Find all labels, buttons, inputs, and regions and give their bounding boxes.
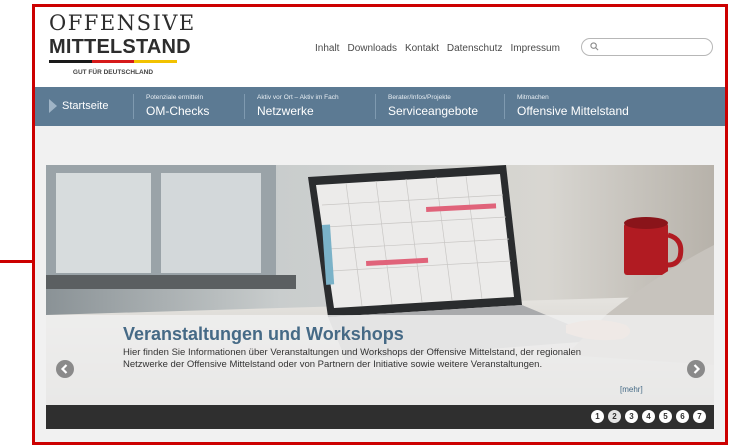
website-page: OFFENSIVE MITTELSTAND GUT FÜR DEUTSCHLAN… (35, 7, 725, 442)
topnav-link-kontakt[interactable]: Kontakt (405, 43, 439, 54)
search-input[interactable] (602, 41, 706, 54)
site-logo[interactable]: OFFENSIVE MITTELSTAND GUT FÜR DEUTSCHLAN… (49, 11, 194, 81)
nav-item-startseite[interactable]: Startseite (35, 87, 133, 126)
pager-dot-1[interactable]: 1 (591, 410, 604, 423)
slide-more-link[interactable]: [mehr] (620, 385, 643, 394)
annotation-connector (0, 260, 36, 263)
topnav-link-datenschutz[interactable]: Datenschutz (447, 43, 503, 54)
nav-item-subtitle: Aktiv vor Ort – Aktiv im Fach (257, 94, 339, 101)
slider-pager: 1 2 3 4 5 6 7 (46, 405, 714, 429)
search-icon (590, 42, 599, 51)
pager-dots: 1 2 3 4 5 6 7 (591, 410, 706, 423)
pager-dot-6[interactable]: 6 (676, 410, 689, 423)
nav-item-subtitle: Mitmachen (517, 94, 549, 101)
slide-description: Hier finden Sie Informationen über Veran… (123, 347, 582, 370)
nav-item-title: Serviceangebote (388, 104, 479, 118)
flag-red (91, 60, 135, 63)
nav-item-title: Netzwerke (257, 104, 314, 118)
nav-item-netzwerke[interactable]: Aktiv vor Ort – Aktiv im Fach Netzwerke (245, 87, 375, 126)
nav-start-label: Startseite (62, 100, 109, 112)
slide-title: Veranstaltungen und Workshops (123, 324, 404, 344)
topnav-link-inhalt[interactable]: Inhalt (315, 43, 339, 54)
topnav-link-downloads[interactable]: Downloads (347, 43, 396, 54)
logo-flag (49, 60, 178, 63)
main-navigation: Startseite Potenziale ermitteln OM-Check… (35, 87, 725, 126)
slider-prev-button[interactable] (56, 360, 74, 378)
image-slider: Veranstaltungen und Workshops Hier finde… (46, 165, 714, 429)
slide-caption: Veranstaltungen und Workshops Hier finde… (46, 315, 714, 405)
logo-line1: OFFENSIVE (49, 11, 196, 35)
pager-dot-3[interactable]: 3 (625, 410, 638, 423)
flag-black (49, 60, 92, 63)
flag-gold (134, 60, 178, 63)
logo-line2: MITTELSTAND (49, 36, 191, 58)
chevron-right-icon (693, 364, 701, 374)
pager-dot-2[interactable]: 2 (608, 410, 621, 423)
nav-item-subtitle: Berater/Infos/Projekte (388, 94, 451, 101)
logo-tagline: GUT FÜR DEUTSCHLAND (72, 69, 154, 76)
play-arrow-icon (49, 99, 57, 113)
slider-next-button[interactable] (687, 360, 705, 378)
pager-dot-5[interactable]: 5 (659, 410, 672, 423)
nav-item-title: OM-Checks (146, 104, 210, 118)
nav-item-title: Offensive Mittelstand (517, 104, 629, 118)
topnav-link-impressum[interactable]: Impressum (510, 43, 559, 54)
site-header: OFFENSIVE MITTELSTAND GUT FÜR DEUTSCHLAN… (35, 7, 725, 87)
search-box[interactable] (581, 38, 713, 56)
nav-item-offensive-mittelstand[interactable]: Mitmachen Offensive Mittelstand (505, 87, 685, 126)
top-navigation: Inhalt Downloads Kontakt Datenschutz Imp… (315, 43, 568, 54)
pager-dot-4[interactable]: 4 (642, 410, 655, 423)
pager-dot-7[interactable]: 7 (693, 410, 706, 423)
nav-item-subtitle: Potenziale ermitteln (146, 94, 204, 101)
nav-item-om-checks[interactable]: Potenziale ermitteln OM-Checks (134, 87, 244, 126)
chevron-left-icon (60, 364, 68, 374)
nav-item-serviceangebote[interactable]: Berater/Infos/Projekte Serviceangebote (376, 87, 504, 126)
